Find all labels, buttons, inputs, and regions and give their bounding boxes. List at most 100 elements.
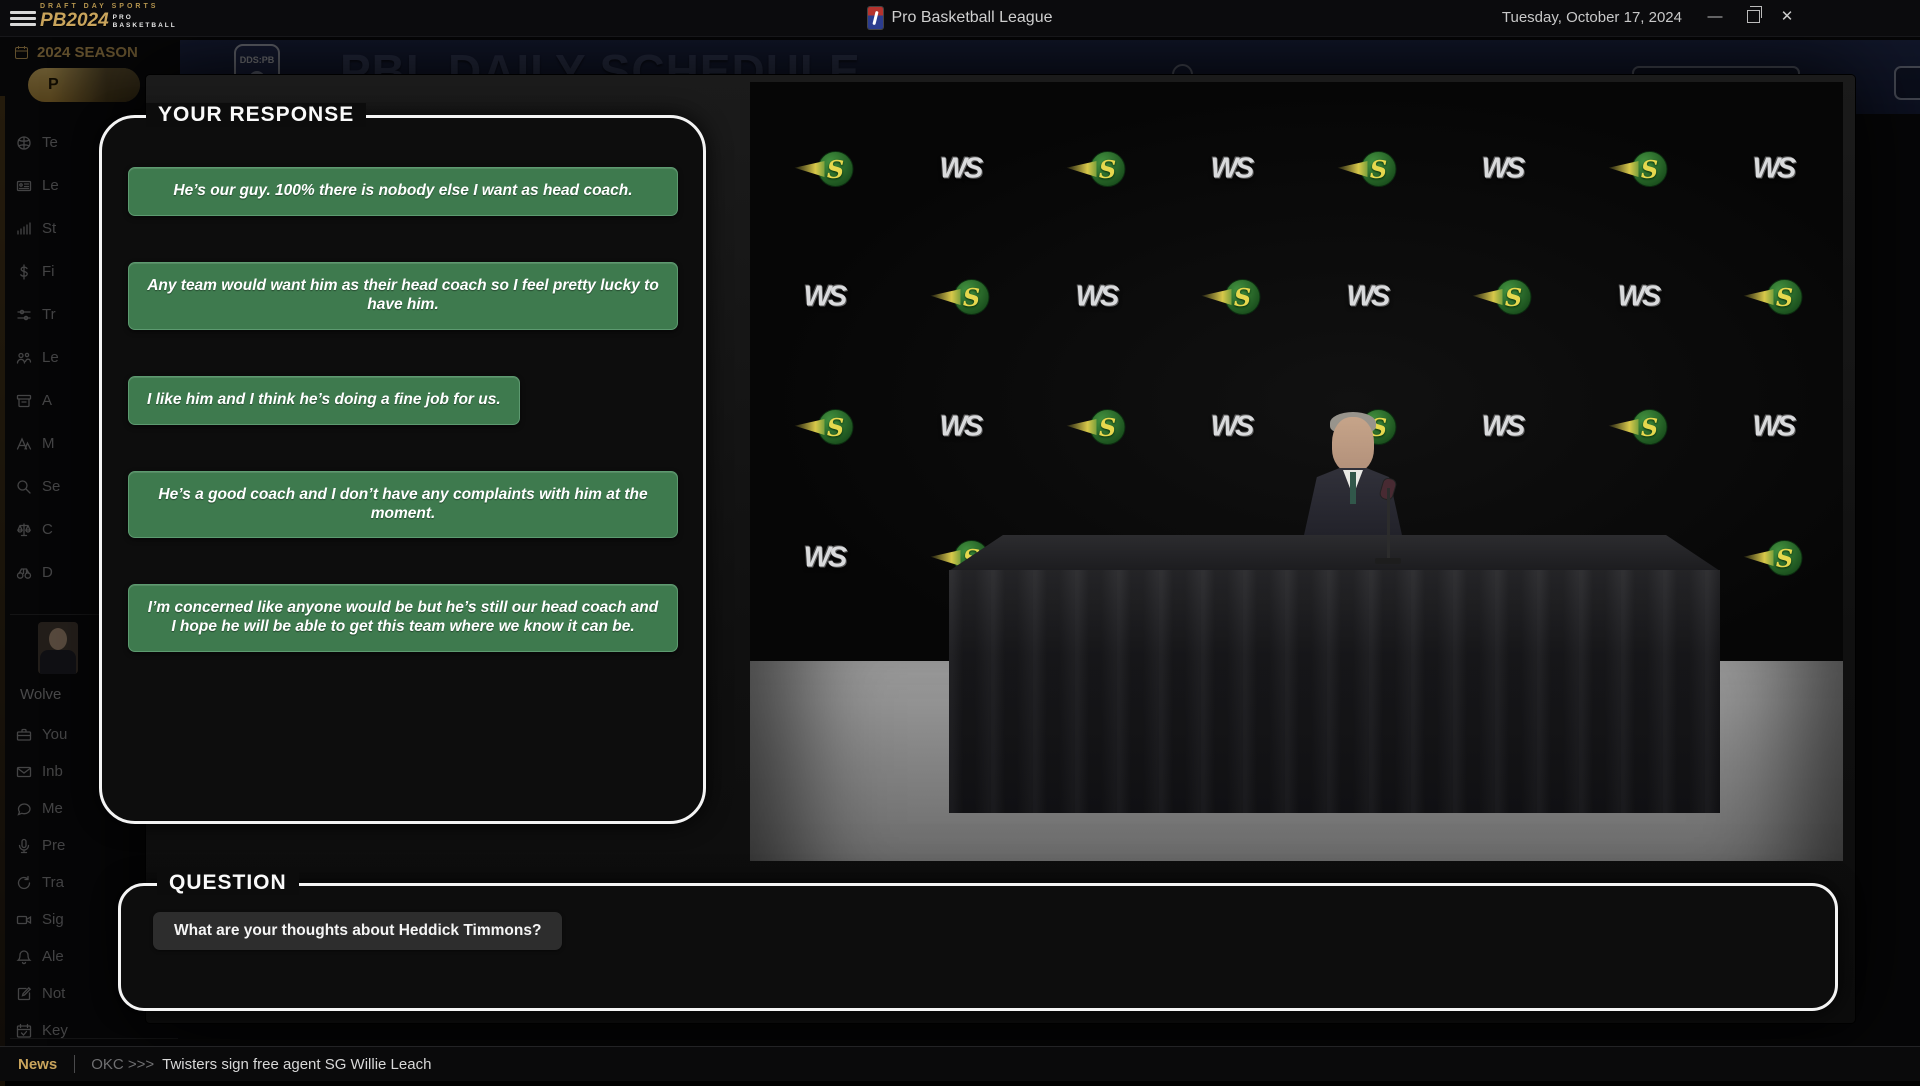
team-s-logo: S — [1202, 279, 1261, 315]
sidebar-item-label: St — [42, 220, 56, 237]
team-ws-logo: WS — [1211, 411, 1252, 444]
sidebar-user-item-2[interactable]: Me — [16, 796, 68, 821]
team-ws-logo: WS — [940, 411, 981, 444]
sidebar-item-label: Te — [42, 134, 58, 151]
title-bar: DRAFT DAY SPORTS PB2024 PROBASKETBALL Pr… — [0, 0, 1920, 37]
sidebar-item-label: You — [42, 726, 67, 743]
question-text-chip: What are your thoughts about Heddick Tim… — [153, 912, 562, 950]
envelope-icon — [16, 764, 32, 780]
sidebar-item-label: M — [42, 435, 55, 452]
team-ws-logo: WS — [1482, 153, 1523, 186]
dollar-icon — [16, 264, 32, 280]
your-response-header: YOUR RESPONSE — [146, 103, 366, 127]
camera-icon — [16, 912, 32, 928]
header-nav-button-right[interactable] — [1894, 66, 1920, 100]
sidebar-item-label: Le — [42, 177, 59, 194]
sidebar-item-5[interactable]: Le — [16, 345, 60, 370]
current-date: Tuesday, October 17, 2024 — [1502, 9, 1682, 26]
sidebar-item-label: Key — [42, 1022, 68, 1039]
sidebar-item-7[interactable]: M — [16, 431, 60, 456]
response-option-2[interactable]: Any team would want him as their head co… — [128, 262, 678, 330]
app-title-group: Pro Basketball League — [868, 7, 1053, 29]
sidebar-main-menu: Te Le St Fi Tr Le A M Se C D — [16, 130, 60, 585]
sidebar-user-item-4[interactable]: Tra — [16, 870, 68, 895]
sidebar-item-label: Inb — [42, 763, 63, 780]
sidebar-item-0[interactable]: Te — [16, 130, 60, 155]
sidebar-item-2[interactable]: St — [16, 216, 60, 241]
sidebar-item-label: Me — [42, 800, 63, 817]
sidebar-user-item-0[interactable]: You — [16, 722, 68, 747]
avatar-body — [40, 650, 76, 674]
team-s-logo: S — [1473, 279, 1532, 315]
gm-avatar[interactable] — [38, 622, 78, 674]
media-icon — [16, 436, 32, 452]
question-header: QUESTION — [157, 871, 299, 895]
team-name-label: Wolve — [20, 686, 61, 703]
scales-icon — [16, 522, 32, 538]
sidebar-item-4[interactable]: Tr — [16, 302, 60, 327]
archive-icon — [16, 393, 32, 409]
sidebar-item-1[interactable]: Le — [16, 173, 60, 198]
news-headline[interactable]: Twisters sign free agent SG Willie Leach — [162, 1056, 431, 1073]
hamburger-menu-icon[interactable] — [10, 8, 36, 28]
minimize-button[interactable]: — — [1706, 8, 1724, 26]
restore-button[interactable] — [1747, 10, 1760, 23]
refresh-icon — [16, 875, 32, 891]
calendar-check-icon — [16, 1023, 32, 1039]
sidebar-user-item-7[interactable]: Not — [16, 981, 68, 1006]
bell-icon — [16, 949, 32, 965]
season-selector[interactable]: 2024 SEASON — [14, 44, 138, 61]
season-label: 2024 SEASON — [37, 44, 138, 61]
press-table-top — [949, 535, 1720, 571]
close-button[interactable]: ✕ — [1778, 8, 1796, 26]
sidebar-item-label: Pre — [42, 837, 65, 854]
sidebar-user-item-6[interactable]: Ale — [16, 944, 68, 969]
brand-sublogo: PROBASKETBALL — [113, 14, 177, 30]
sidebar-item-9[interactable]: C — [16, 517, 60, 542]
briefcase-icon — [16, 727, 32, 743]
id-card-icon — [16, 178, 32, 194]
response-option-4[interactable]: He’s a good coach and I don’t have any c… — [128, 471, 678, 539]
sidebar-item-8[interactable]: Se — [16, 474, 60, 499]
sidebar-item-label: Le — [42, 349, 59, 366]
microphone-stand — [1387, 488, 1390, 560]
sidebar-item-label: Tr — [42, 306, 56, 323]
note-icon — [16, 986, 32, 1002]
team-s-logo: S — [1067, 409, 1126, 445]
response-option-3[interactable]: I like him and I think he’s doing a fine… — [128, 376, 520, 425]
team-ws-logo: WS — [1347, 281, 1388, 314]
game-brand: DRAFT DAY SPORTS PB2024 PROBASKETBALL — [40, 3, 177, 30]
sidebar-user-item-5[interactable]: Sig — [16, 907, 68, 932]
sidebar-item-3[interactable]: Fi — [16, 259, 60, 284]
league-logo-icon — [868, 7, 883, 29]
sidebar-user-item-3[interactable]: Pre — [16, 833, 68, 858]
response-option-5[interactable]: I’m concerned like anyone would be but h… — [128, 584, 678, 652]
team-ws-logo: WS — [1753, 411, 1794, 444]
press-table-skirt — [949, 570, 1720, 813]
team-s-logo: S — [1744, 279, 1803, 315]
team-ws-logo: WS — [1753, 153, 1794, 186]
sidebar-user-item-8[interactable]: Key — [16, 1018, 68, 1043]
app-title: Pro Basketball League — [892, 9, 1053, 27]
brand-tagline: DRAFT DAY SPORTS — [40, 3, 177, 10]
team-s-logo: S — [1744, 540, 1803, 576]
team-s-logo: S — [1609, 409, 1668, 445]
basketball-icon — [16, 135, 32, 151]
sidebar-item-label: D — [42, 564, 53, 581]
your-response-panel: YOUR RESPONSE He’s our guy. 100% there i… — [99, 115, 706, 824]
news-separator — [74, 1055, 75, 1073]
search-icon — [16, 479, 32, 495]
coach-head — [1332, 417, 1374, 472]
brand-logo: PB2024 — [40, 11, 109, 30]
sidebar-item-label: Se — [42, 478, 60, 495]
microphone-base — [1375, 558, 1401, 564]
response-option-1[interactable]: He’s our guy. 100% there is nobody else … — [128, 167, 678, 216]
stats-bars-icon — [16, 221, 32, 237]
sidebar-item-6[interactable]: A — [16, 388, 60, 413]
sidebar-item-label: Tra — [42, 874, 64, 891]
sidebar-item-10[interactable]: D — [16, 560, 60, 585]
play-button[interactable]: P — [28, 68, 140, 102]
sidebar-user-item-1[interactable]: Inb — [16, 759, 68, 784]
news-label[interactable]: News — [18, 1056, 57, 1073]
team-s-logo: S — [1609, 151, 1668, 187]
